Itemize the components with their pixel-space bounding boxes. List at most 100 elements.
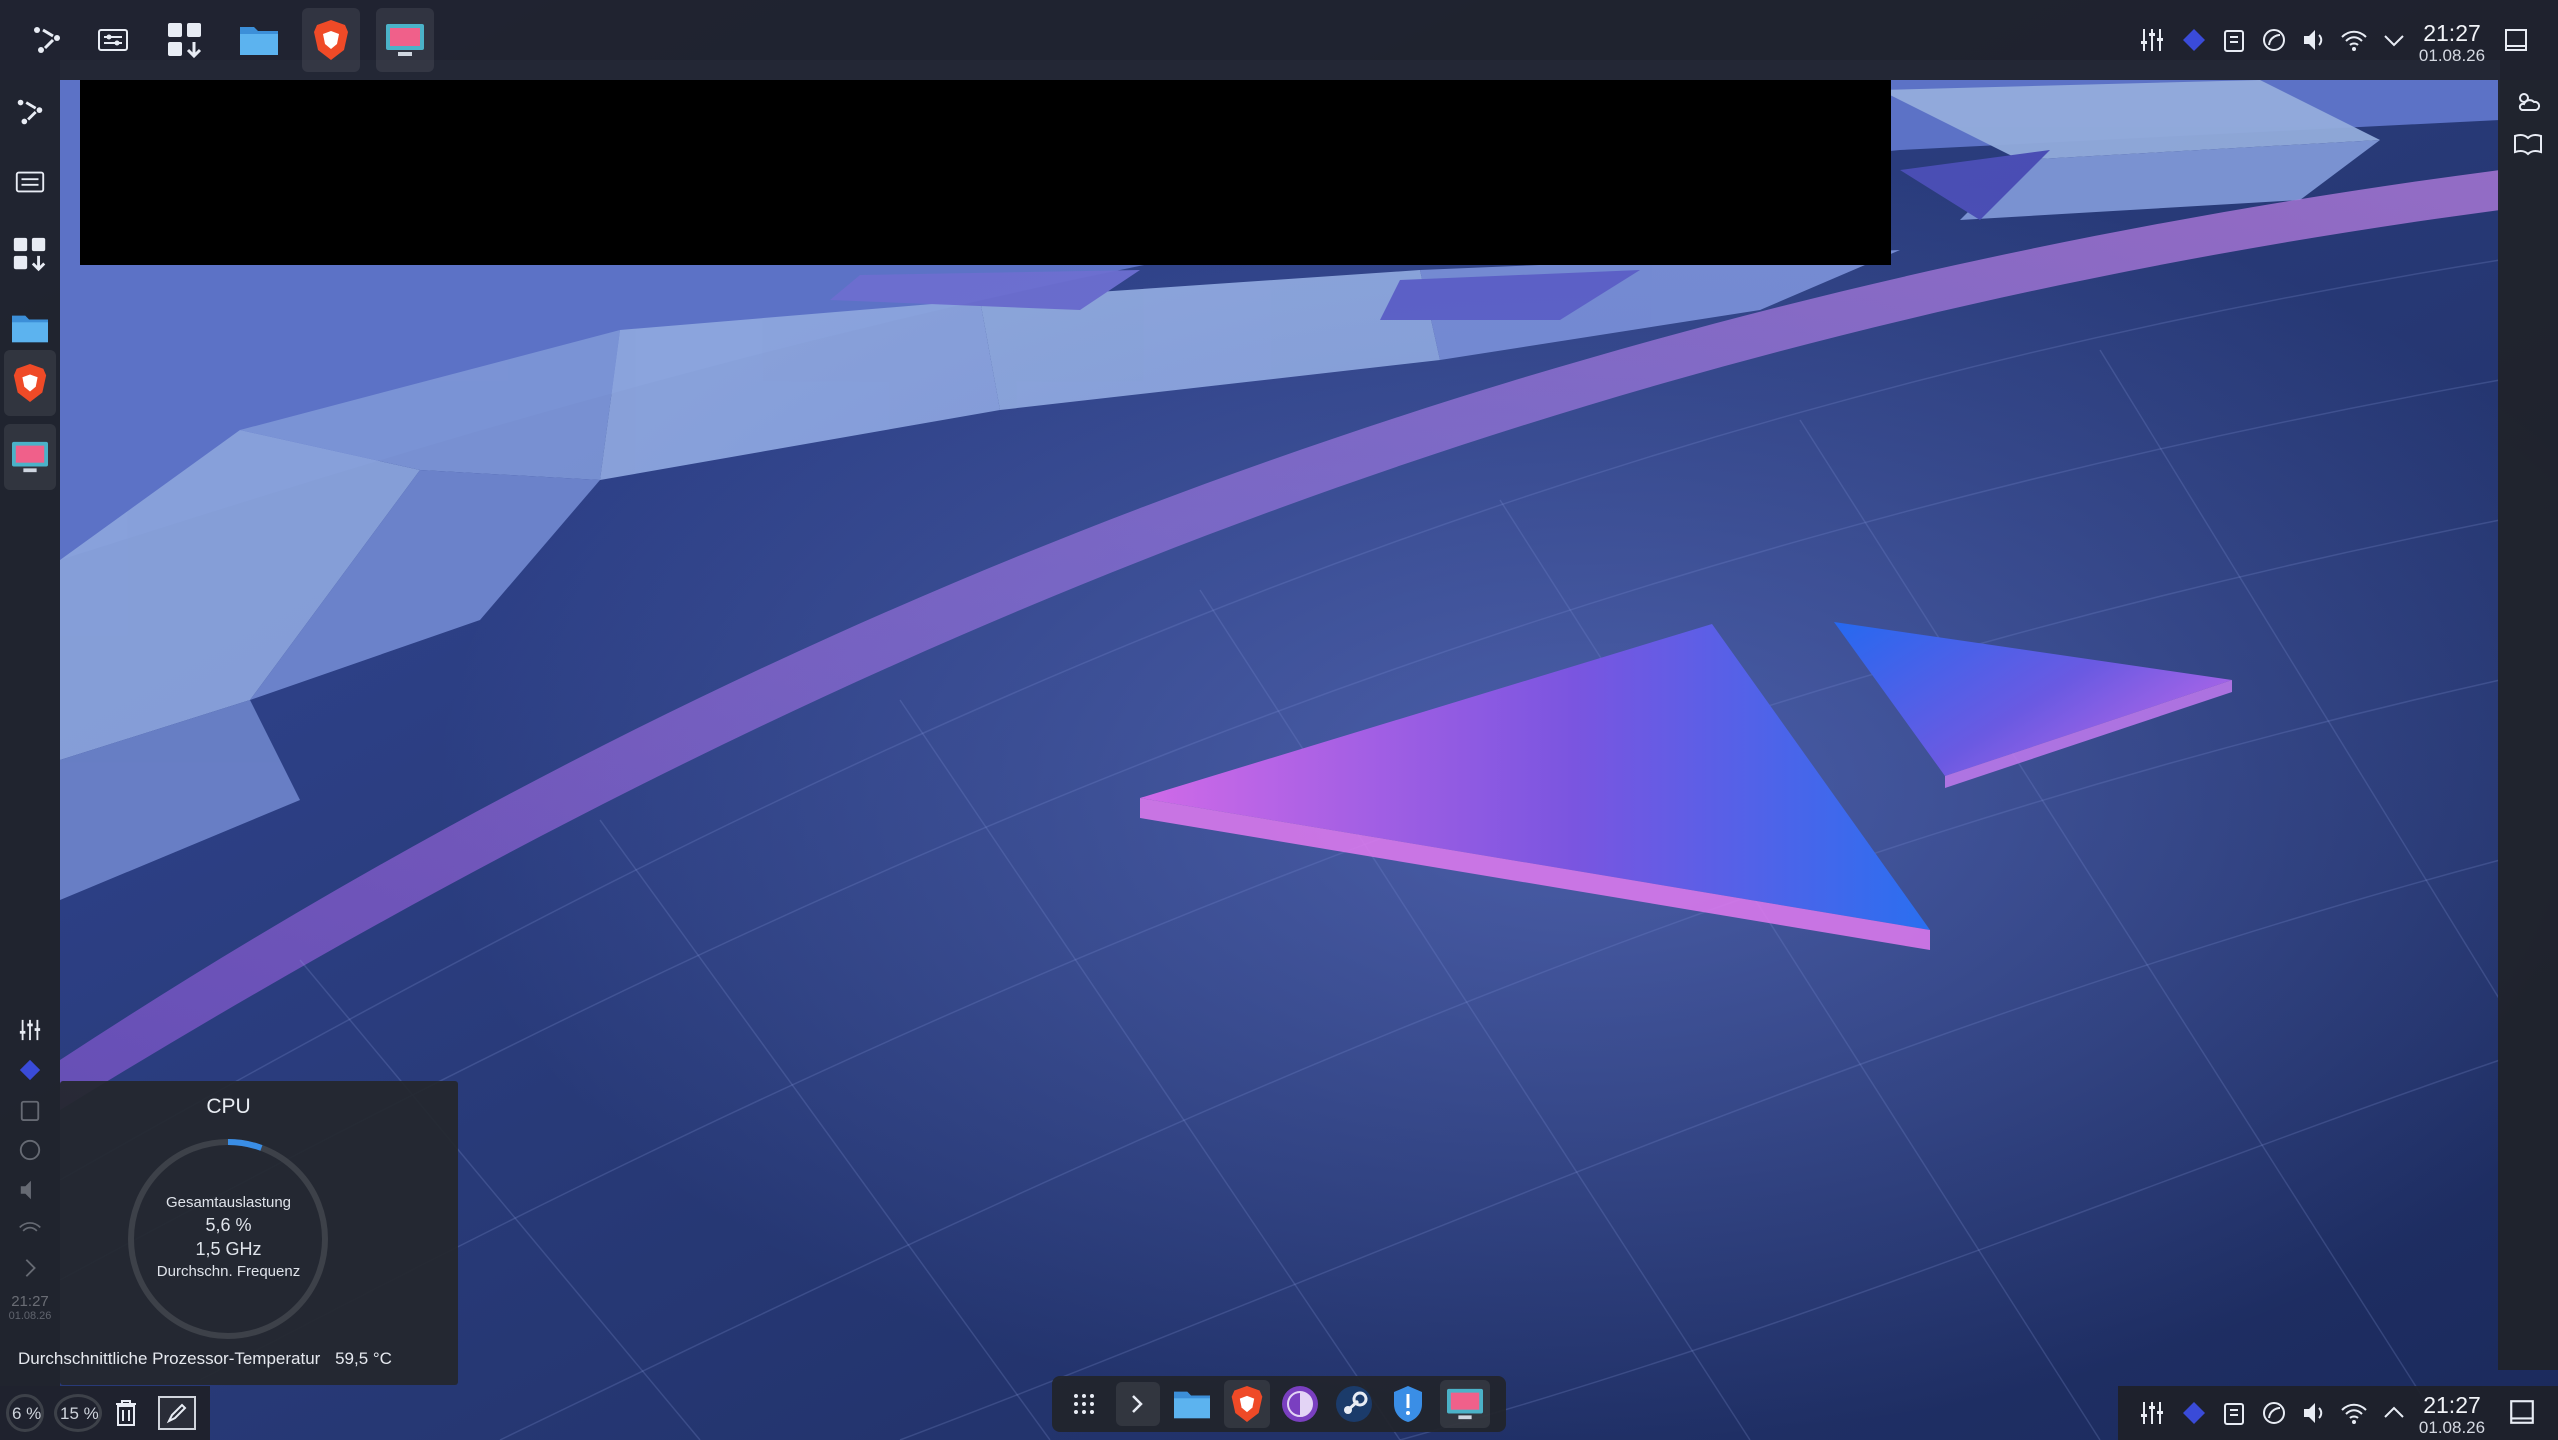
edit-mode-button[interactable] <box>158 1396 196 1430</box>
kde-connect-launcher[interactable] <box>22 10 72 70</box>
volume-icon <box>2304 1403 2323 1423</box>
dock-steam[interactable] <box>1332 1382 1376 1426</box>
brave-icon <box>13 364 47 402</box>
show-desktop-icon <box>2510 1400 2534 1424</box>
left-tray-wifi[interactable] <box>14 1214 46 1246</box>
left-kde-connect-launcher[interactable] <box>6 84 54 140</box>
bottom-clock[interactable]: 21:27 01.08.26 <box>2410 1394 2494 1437</box>
tor-icon <box>1282 1386 1318 1422</box>
bottom-tray-expand[interactable] <box>2378 1397 2410 1429</box>
dock-dolphin[interactable] <box>1170 1382 1214 1426</box>
wifi-icon <box>19 1222 41 1232</box>
mixer-icon <box>19 1019 41 1041</box>
chevron-up-icon <box>2384 1406 2404 1418</box>
vpn-icon <box>2263 1402 2285 1424</box>
cpu-widget-title: CPU <box>206 1095 251 1118</box>
cpu-load-value: 5,6 % <box>205 1215 252 1235</box>
left-tray-volume[interactable] <box>14 1174 46 1206</box>
folder-icon <box>240 27 278 55</box>
dolphin-launcher[interactable] <box>234 10 284 70</box>
left-panel: 21:27 01.08.26 <box>0 80 60 1386</box>
cpu-monitor-widget[interactable]: CPU Gesamtauslastung 5,6 % 1,5 GHz Durch… <box>18 1081 458 1385</box>
diamond-icon <box>2183 1402 2205 1424</box>
dock-brave[interactable] <box>1224 1380 1270 1428</box>
kde-connect-icon <box>34 27 60 53</box>
folder-icon <box>1174 1391 1210 1419</box>
screen-tool-icon <box>12 441 48 473</box>
book-icon <box>2514 133 2542 156</box>
tray-vpn[interactable] <box>2258 24 2290 56</box>
trash-icon <box>116 1400 136 1426</box>
show-desktop-icon <box>2505 29 2527 51</box>
screen-tool-launcher[interactable] <box>376 8 434 72</box>
discover-launcher[interactable] <box>160 10 210 70</box>
left-brave-launcher[interactable] <box>4 350 56 416</box>
left-dolphin-launcher[interactable] <box>6 298 54 358</box>
left-settings-launcher[interactable] <box>6 154 54 210</box>
diamond-icon <box>2183 29 2205 51</box>
cpu-temp-value: 59,5 °C <box>335 1349 392 1368</box>
bottom-tray-volume[interactable] <box>2298 1397 2330 1429</box>
dock-screen-tool[interactable] <box>1440 1380 1490 1428</box>
show-desktop-button[interactable] <box>2500 24 2532 56</box>
bottom-tray-vpn[interactable] <box>2258 1397 2290 1429</box>
clock-time: 21:27 <box>11 1293 49 1310</box>
shield-icon <box>1394 1386 1422 1422</box>
cpu-freq-value: 1,5 GHz <box>195 1239 262 1259</box>
tray-expand[interactable] <box>2378 24 2410 56</box>
wifi-icon <box>2341 30 2367 51</box>
volume-icon <box>2304 30 2323 50</box>
reader-widget[interactable] <box>2512 128 2544 160</box>
tray-wifi[interactable] <box>2338 24 2370 56</box>
left-tray-mixer[interactable] <box>14 1014 46 1046</box>
left-tray-diamond[interactable] <box>14 1054 46 1086</box>
dock-tor-browser[interactable] <box>1278 1382 1322 1426</box>
left-tray-vpn[interactable] <box>14 1134 46 1166</box>
bottom-tray-clipboard[interactable] <box>2218 1397 2250 1429</box>
vpn-icon <box>19 1139 41 1161</box>
redacted-window <box>80 80 1891 265</box>
terminal-icon <box>1132 1395 1143 1413</box>
settings-icon <box>98 29 128 51</box>
screen-tool-icon <box>1447 1388 1483 1420</box>
dock-security-app[interactable] <box>1386 1382 1430 1426</box>
chevron-down-icon <box>2384 35 2404 47</box>
cpu-temp-label: Durchschnittliche Prozessor-Temperatur <box>18 1349 321 1368</box>
bottom-tray-mixer[interactable] <box>2136 1397 2168 1429</box>
clock-date: 01.08.26 <box>2418 1418 2486 1437</box>
brave-launcher[interactable] <box>302 8 360 72</box>
left-clock[interactable]: 21:27 01.08.26 <box>2 1294 58 1322</box>
folder-icon <box>12 315 48 343</box>
kde-connect-icon <box>17 99 43 125</box>
left-tray-expand[interactable] <box>14 1252 46 1284</box>
trash-button[interactable] <box>110 1397 142 1429</box>
tray-volume[interactable] <box>2298 24 2330 56</box>
left-screen-tool-launcher[interactable] <box>4 424 56 490</box>
clipboard-icon <box>2224 30 2244 52</box>
dock-terminal[interactable] <box>1116 1382 1160 1426</box>
bottom-dock <box>1052 1376 1506 1432</box>
tray-diamond[interactable] <box>2178 24 2210 56</box>
edit-icon <box>166 1403 187 1424</box>
brave-icon <box>314 20 348 60</box>
wifi-icon <box>2341 1403 2367 1424</box>
left-tray-clipboard[interactable] <box>14 1094 46 1126</box>
system-settings-launcher[interactable] <box>88 10 138 70</box>
tray-clipboard[interactable] <box>2218 24 2250 56</box>
bottom-tray-wifi[interactable] <box>2338 1397 2370 1429</box>
cpu-mini-value[interactable]: 6 % <box>12 1404 41 1424</box>
bottom-show-desktop-button[interactable] <box>2506 1396 2538 1428</box>
tray-mixer[interactable] <box>2136 24 2168 56</box>
weather-widget[interactable] <box>2512 86 2544 118</box>
right-panel <box>2498 80 2558 1370</box>
memory-mini-value[interactable]: 15 % <box>60 1404 99 1424</box>
clipboard-icon <box>2224 1403 2244 1425</box>
app-launcher-button[interactable] <box>1062 1382 1106 1426</box>
bottom-tray-diamond[interactable] <box>2178 1397 2210 1429</box>
left-discover-launcher[interactable] <box>6 224 54 284</box>
app-grid-icon <box>1074 1394 1094 1414</box>
top-clock[interactable]: 21:27 01.08.26 <box>2410 20 2494 65</box>
bottom-right-panel: 21:27 01.08.26 <box>2118 1386 2558 1440</box>
clock-date: 01.08.26 <box>2418 46 2486 65</box>
clock-time: 21:27 <box>2423 20 2481 46</box>
